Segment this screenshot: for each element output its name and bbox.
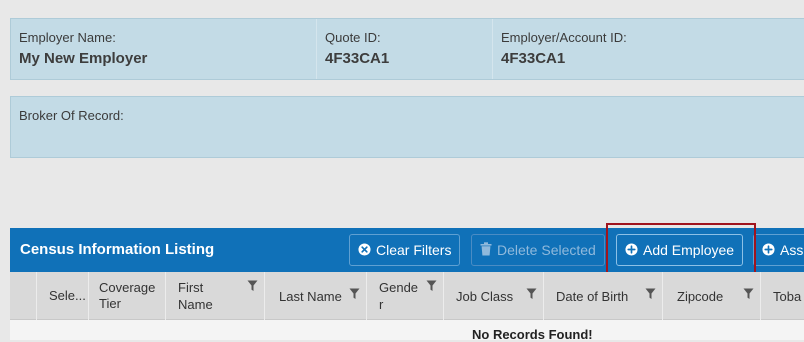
col-zip-label: Zipcode — [677, 289, 724, 304]
clear-filters-button[interactable]: Clear Filters — [349, 234, 461, 266]
quote-id-label: Quote ID: — [325, 30, 381, 45]
account-id-label: Employer/Account ID: — [501, 30, 627, 45]
col-first-name[interactable]: First Name — [165, 272, 264, 320]
filter-icon[interactable] — [349, 288, 360, 303]
col-first-label-1: First — [178, 280, 204, 295]
col-job-class[interactable]: Job Class — [443, 272, 543, 320]
employer-name-cell: Employer Name: My New Employer — [11, 19, 316, 79]
col-last-label: Last Name — [279, 289, 342, 304]
broker-panel: Broker Of Record: — [10, 96, 804, 158]
col-last-name[interactable]: Last Name — [264, 272, 366, 320]
col-gender-label-2: r — [379, 297, 384, 312]
col-jobclass-label: Job Class — [456, 289, 514, 304]
filter-icon[interactable] — [645, 288, 656, 303]
assign-label: Ass — [780, 242, 804, 258]
col-select-label: Sele... — [49, 288, 86, 303]
col-coverage-label-2: Tier — [99, 296, 121, 311]
filter-icon[interactable] — [526, 288, 537, 303]
plus-circle-icon — [762, 236, 775, 266]
col-gender-label-1: Gende — [379, 280, 419, 295]
filter-icon[interactable] — [743, 288, 754, 303]
employer-name-label: Employer Name: — [19, 30, 116, 45]
filter-icon[interactable] — [247, 280, 258, 295]
employer-name-value: My New Employer — [19, 50, 148, 67]
add-employee-button[interactable]: Add Employee — [616, 234, 744, 266]
col-tobacco-label: Toba — [773, 289, 802, 304]
clear-filters-label: Clear Filters — [376, 242, 452, 258]
col-select[interactable]: Sele... — [36, 272, 88, 320]
col-gender[interactable]: Gende r — [366, 272, 443, 320]
listing-title: Census Information Listing — [20, 241, 215, 258]
employer-info-panel: Employer Name: My New Employer Quote ID:… — [10, 18, 804, 80]
col-coverage-tier[interactable]: Coverage Tier — [88, 272, 165, 320]
trash-icon — [480, 236, 492, 266]
col-checkbox[interactable] — [10, 272, 36, 320]
col-coverage-label-1: Coverage — [99, 280, 156, 295]
delete-selected-label: Delete Selected — [497, 242, 596, 258]
plus-circle-icon — [625, 236, 638, 266]
add-employee-label: Add Employee — [643, 242, 735, 258]
account-id-cell: Employer/Account ID: 4F33CA1 — [492, 19, 804, 79]
census-grid-header: Sele... Coverage Tier First Name Last Na… — [10, 272, 804, 320]
account-id-value: 4F33CA1 — [501, 50, 566, 67]
broker-label: Broker Of Record: — [19, 108, 124, 123]
quote-id-cell: Quote ID: 4F33CA1 — [316, 19, 492, 79]
no-records-message: No Records Found! — [472, 327, 593, 342]
broker-cell: Broker Of Record: — [11, 97, 411, 157]
filter-icon[interactable] — [426, 280, 437, 295]
census-listing-header: Census Information Listing Clear Filters… — [10, 228, 804, 272]
col-tobacco[interactable]: Toba — [760, 272, 804, 320]
col-first-label-2: Name — [178, 297, 213, 312]
quote-id-value: 4F33CA1 — [325, 50, 390, 67]
col-date-of-birth[interactable]: Date of Birth — [543, 272, 662, 320]
assign-button[interactable]: Ass — [753, 234, 804, 266]
col-zipcode[interactable]: Zipcode — [662, 272, 760, 320]
delete-selected-button[interactable]: Delete Selected — [471, 234, 605, 266]
census-grid-body: No Records Found! — [10, 320, 804, 342]
col-dob-label: Date of Birth — [556, 289, 629, 304]
clear-circle-icon — [358, 236, 371, 266]
